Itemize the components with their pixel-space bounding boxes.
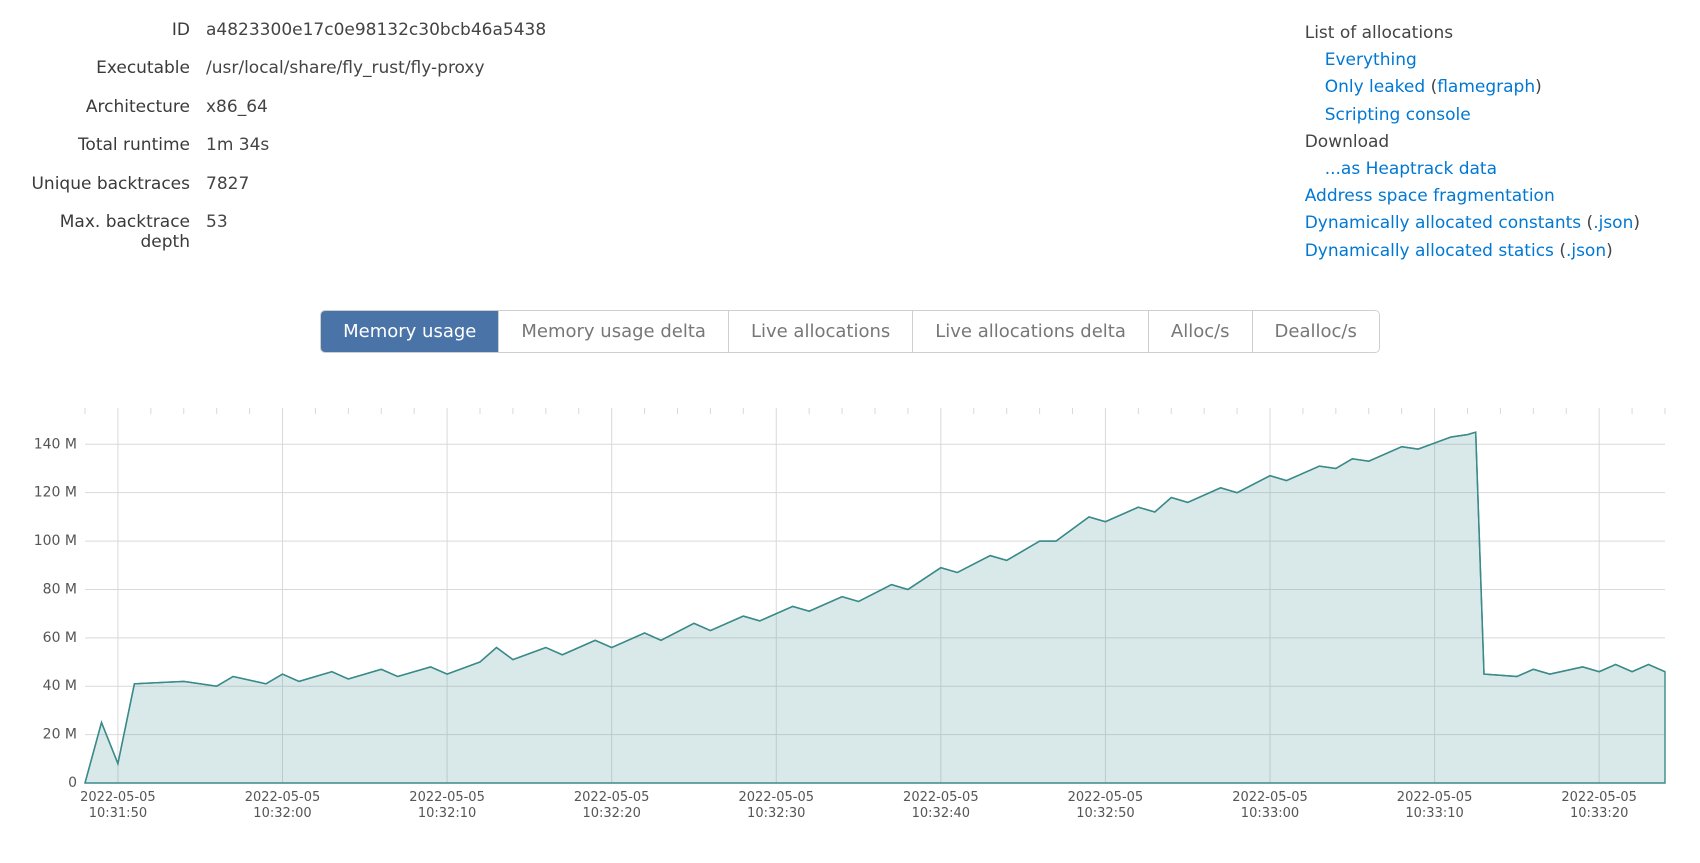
svg-text:40 M: 40 M [43,678,77,694]
svg-text:2022-05-05: 2022-05-05 [409,790,485,805]
svg-text:10:31:50: 10:31:50 [89,806,147,821]
svg-text:60 M: 60 M [43,630,77,646]
link-heaptrack-data[interactable]: ...as Heaptrack data [1325,159,1497,179]
svg-text:2022-05-05: 2022-05-05 [1232,790,1308,805]
meta-value-runtime: 1m 34s [206,135,546,167]
svg-text:20 M: 20 M [43,726,77,742]
link-only-leaked[interactable]: Only leaked [1325,77,1425,97]
meta-value-executable: /usr/local/share/fly_rust/fly-proxy [206,58,546,90]
links-heading-allocations: List of allocations [1305,20,1640,47]
meta-label-unique-bt: Unique backtraces [10,174,190,206]
svg-text:2022-05-05: 2022-05-05 [80,790,156,805]
meta-value-arch: x86_64 [206,97,546,129]
chart-tabs: Memory usage Memory usage delta Live all… [320,310,1380,353]
link-dyn-constants-json[interactable]: .json [1593,213,1633,233]
tab-memory-usage[interactable]: Memory usage [321,311,499,352]
svg-text:10:33:20: 10:33:20 [1570,806,1628,821]
svg-text:2022-05-05: 2022-05-05 [738,790,814,805]
svg-text:2022-05-05: 2022-05-05 [1561,790,1637,805]
tab-dealloc-s[interactable]: Dealloc/s [1253,311,1379,352]
svg-text:10:32:00: 10:32:00 [253,806,311,821]
svg-text:10:32:40: 10:32:40 [912,806,970,821]
meta-label-executable: Executable [10,58,190,90]
svg-text:10:33:10: 10:33:10 [1405,806,1463,821]
tab-memory-usage-delta[interactable]: Memory usage delta [499,311,729,352]
meta-label-max-bt: Max. backtrace depth [10,212,190,264]
link-everything[interactable]: Everything [1325,50,1417,70]
meta-label-runtime: Total runtime [10,135,190,167]
meta-value-unique-bt: 7827 [206,174,546,206]
svg-text:2022-05-05: 2022-05-05 [574,790,650,805]
svg-text:10:32:10: 10:32:10 [418,806,476,821]
svg-text:2022-05-05: 2022-05-05 [245,790,321,805]
memory-usage-chart: 0 20 M 40 M 60 M 80 M 100 M 120 M 140 M 2022-05-… [25,403,1670,833]
link-addr-fragmentation[interactable]: Address space fragmentation [1305,186,1555,206]
svg-text:140 M: 140 M [34,436,77,452]
tab-live-allocations[interactable]: Live allocations [729,311,913,352]
svg-text:2022-05-05: 2022-05-05 [1397,790,1473,805]
links-heading-download: Download [1305,129,1640,156]
svg-text:2022-05-05: 2022-05-05 [1068,790,1144,805]
svg-text:10:33:00: 10:33:00 [1241,806,1299,821]
svg-text:10:32:50: 10:32:50 [1076,806,1134,821]
link-dyn-statics-json[interactable]: .json [1566,241,1606,261]
metadata-table: ID a4823300e17c0e98132c30bcb46a5438 Exec… [10,20,546,265]
meta-label-id: ID [10,20,190,52]
svg-text:0: 0 [68,775,77,791]
meta-value-id: a4823300e17c0e98132c30bcb46a5438 [206,20,546,52]
link-scripting-console[interactable]: Scripting console [1325,105,1471,125]
link-flamegraph[interactable]: flamegraph [1437,77,1535,97]
svg-text:10:32:20: 10:32:20 [582,806,640,821]
svg-text:10:32:30: 10:32:30 [747,806,805,821]
meta-value-max-bt: 53 [206,212,546,264]
tab-alloc-s[interactable]: Alloc/s [1149,311,1253,352]
link-dyn-statics[interactable]: Dynamically allocated statics [1305,241,1554,261]
svg-text:80 M: 80 M [43,581,77,597]
meta-label-arch: Architecture [10,97,190,129]
svg-text:120 M: 120 M [34,484,77,500]
tab-live-allocations-delta[interactable]: Live allocations delta [913,311,1149,352]
links-panel: List of allocations Everything Only leak… [1305,20,1640,265]
svg-text:100 M: 100 M [34,533,77,549]
link-dyn-constants[interactable]: Dynamically allocated constants [1305,213,1581,233]
svg-text:2022-05-05: 2022-05-05 [903,790,979,805]
